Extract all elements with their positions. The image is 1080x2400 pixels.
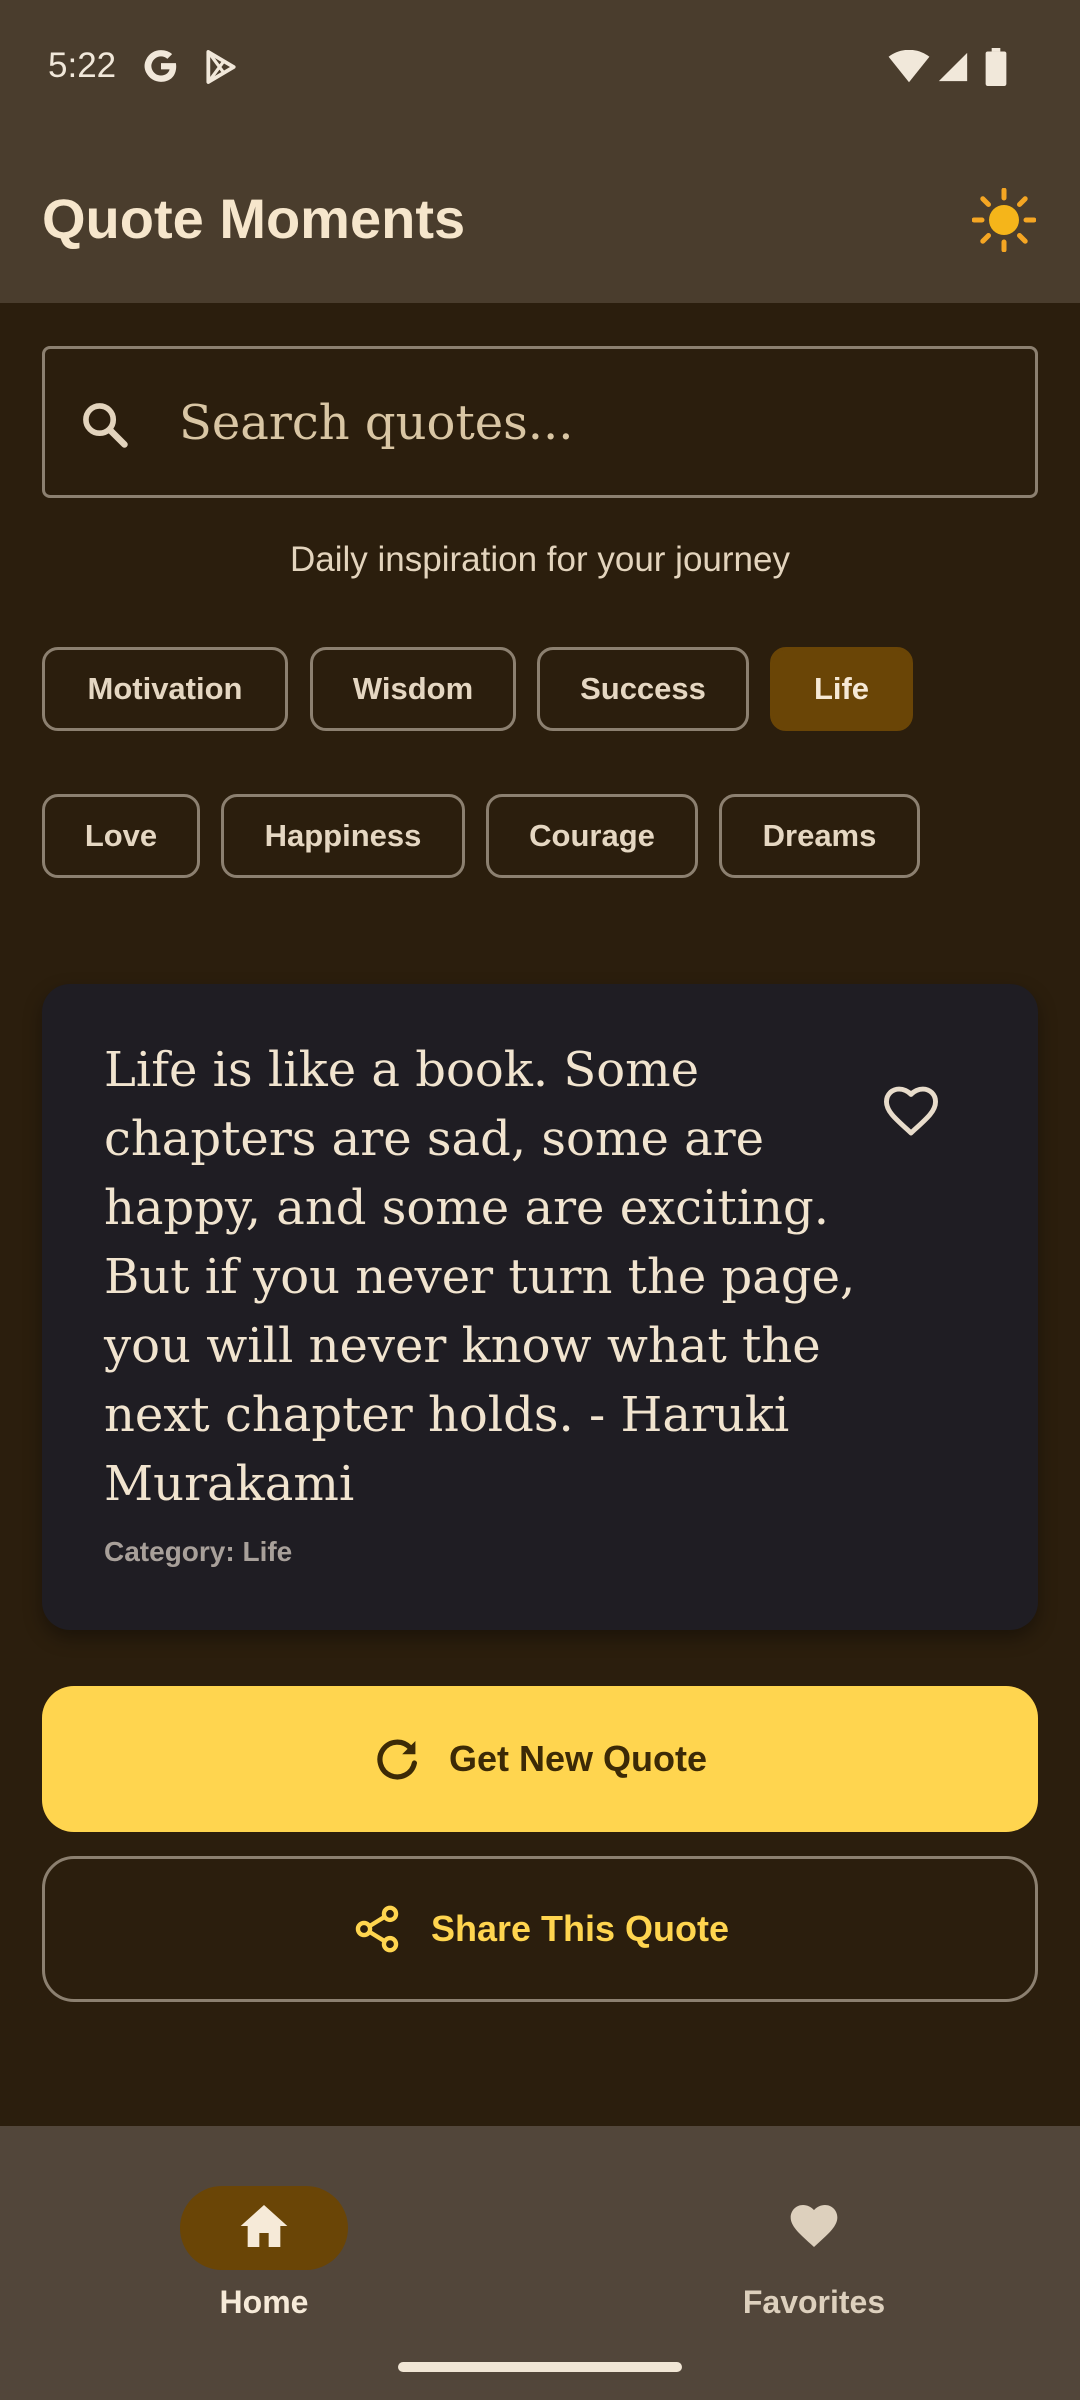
quote-text: Life is like a book. Some chapters are s… — [104, 1042, 856, 1512]
chip-label: Love — [84, 818, 158, 853]
signal-icon — [938, 52, 968, 82]
home-icon — [240, 2205, 288, 2247]
sun-icon[interactable] — [972, 188, 1036, 252]
chip-label: Happiness — [264, 818, 422, 853]
status-time: 5:22 — [48, 46, 117, 85]
wifi-icon — [888, 50, 930, 83]
app-title: Quote Moments — [42, 187, 466, 250]
search-icon — [83, 403, 128, 448]
quote-card: Life is like a book. Some chapters are s… — [42, 984, 1038, 1630]
refresh-icon — [377, 1739, 417, 1780]
google-icon — [144, 50, 177, 82]
chip-dreams[interactable]: Dreams — [719, 794, 920, 878]
chip-label: Courage — [529, 818, 655, 853]
share-icon — [355, 1905, 399, 1953]
get-new-quote-button[interactable]: Get New Quote — [42, 1686, 1038, 1832]
chip-happiness[interactable]: Happiness — [221, 794, 465, 878]
bottom-nav: Home Favorites — [0, 2126, 1080, 2400]
nav-favorites[interactable]: Favorites — [664, 2156, 964, 2320]
chip-label: Success — [580, 671, 706, 706]
status-bar: 5:22 — [0, 0, 1080, 136]
chip-label: Dreams — [762, 818, 877, 853]
battery-icon — [985, 48, 1007, 86]
heart-icon — [790, 2205, 838, 2247]
chip-label: Wisdom — [352, 671, 474, 706]
share-quote-label: Share This Quote — [430, 1908, 730, 1949]
search-field[interactable] — [42, 346, 1038, 498]
nav-home-label: Home — [219, 2284, 309, 2320]
app-bar: Quote Moments — [0, 136, 1080, 303]
nav-favorites-label: Favorites — [742, 2284, 886, 2320]
chip-success[interactable]: Success — [537, 647, 749, 731]
nav-home[interactable]: Home — [114, 2156, 414, 2320]
quote-category: Category: Life — [104, 1536, 293, 1567]
search-input[interactable] — [179, 369, 1009, 477]
chip-life[interactable]: Life — [770, 647, 913, 731]
get-new-quote-label: Get New Quote — [448, 1738, 708, 1779]
play-store-icon — [206, 50, 236, 84]
chip-motivation[interactable]: Motivation — [42, 647, 288, 731]
share-quote-button[interactable]: Share This Quote — [42, 1856, 1038, 2002]
chip-courage[interactable]: Courage — [486, 794, 698, 878]
tagline: Daily inspiration for your journey — [290, 540, 790, 579]
chip-love[interactable]: Love — [42, 794, 200, 878]
gesture-handle[interactable] — [398, 2362, 682, 2372]
heart-outline-icon[interactable] — [880, 1080, 942, 1142]
chip-label: Motivation — [87, 671, 243, 706]
chip-label: Life — [813, 671, 870, 706]
chip-wisdom[interactable]: Wisdom — [310, 647, 516, 731]
